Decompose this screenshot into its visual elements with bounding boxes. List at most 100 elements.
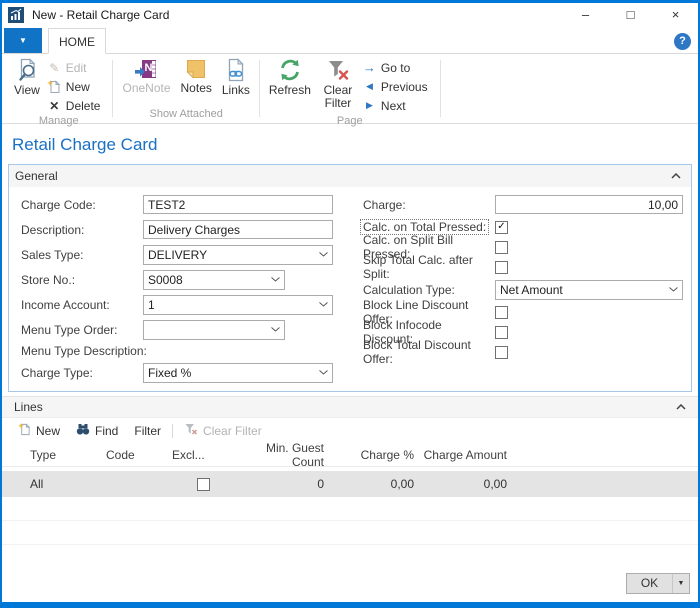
ok-dropdown-icon[interactable]: ▼ bbox=[672, 574, 689, 593]
income-account-select[interactable]: 1 bbox=[143, 295, 333, 315]
store-no-label: Store No.: bbox=[21, 273, 143, 287]
page-group-label: Page bbox=[261, 115, 439, 130]
ribbon-separator bbox=[259, 60, 260, 117]
app-menu-button[interactable]: ▼ bbox=[4, 28, 42, 53]
notes-icon bbox=[185, 58, 207, 80]
calc-on-total-pressed-checkbox[interactable]: ✓ bbox=[495, 221, 508, 234]
goto-button[interactable]: → Go to bbox=[360, 58, 436, 77]
next-button[interactable]: ▶ Next bbox=[360, 96, 436, 115]
edit-pencil-icon: ✎ bbox=[47, 61, 62, 75]
help-icon[interactable]: ? bbox=[674, 33, 691, 50]
links-icon bbox=[226, 58, 246, 82]
column-header-code[interactable]: Code bbox=[106, 448, 172, 462]
store-no-select[interactable]: S0008 bbox=[143, 270, 285, 290]
ribbon: View ✎ Edit bbox=[2, 54, 698, 124]
charge-code-field[interactable] bbox=[143, 195, 333, 214]
calc-on-split-bill-pressed-checkbox[interactable] bbox=[495, 241, 508, 254]
maximize-icon[interactable]: □ bbox=[608, 3, 653, 27]
onenote-label: OneNote bbox=[122, 82, 170, 95]
delete-button[interactable]: ✕ Delete bbox=[45, 96, 109, 115]
edit-button[interactable]: ✎ Edit bbox=[45, 58, 109, 77]
empty-grid-row bbox=[2, 521, 698, 545]
goto-label: Go to bbox=[381, 61, 410, 75]
links-label: Links bbox=[222, 84, 250, 97]
block-infocode-discount-checkbox[interactable] bbox=[495, 326, 508, 339]
general-fasttab: General Charge Code: Description: Sales … bbox=[8, 164, 692, 392]
lines-grid-header: Type Code Excl... Min. Guest Count Charg… bbox=[2, 443, 698, 467]
column-header-charge-pct[interactable]: Charge % bbox=[324, 448, 414, 462]
ok-button-label[interactable]: OK bbox=[627, 574, 672, 593]
block-line-discount-offer-checkbox[interactable] bbox=[495, 306, 508, 319]
column-header-charge-amount[interactable]: Charge Amount bbox=[414, 448, 507, 462]
description-label: Description: bbox=[21, 223, 143, 237]
next-label: Next bbox=[381, 99, 406, 113]
sales-type-select[interactable]: DELIVERY bbox=[143, 245, 333, 265]
empty-grid-row bbox=[2, 497, 698, 521]
close-icon[interactable]: × bbox=[653, 3, 698, 27]
goto-arrow-icon: → bbox=[362, 62, 377, 74]
column-header-type[interactable]: Type bbox=[30, 448, 106, 462]
ribbon-tab-row: ▼ HOME ? bbox=[2, 27, 698, 54]
clear-filter-icon bbox=[326, 58, 350, 82]
lines-clear-filter-label: Clear Filter bbox=[203, 424, 262, 438]
lines-clear-filter-button[interactable]: Clear Filter bbox=[176, 418, 270, 443]
links-button[interactable]: Links bbox=[217, 56, 255, 97]
onenote-icon: N bbox=[135, 58, 159, 80]
previous-button[interactable]: ◀ Previous bbox=[360, 77, 436, 96]
collapse-chevron-icon[interactable] bbox=[676, 404, 686, 410]
edit-label: Edit bbox=[66, 61, 87, 75]
view-icon bbox=[16, 58, 38, 82]
block-total-discount-offer-checkbox[interactable] bbox=[495, 346, 508, 359]
sales-type-label: Sales Type: bbox=[21, 248, 143, 262]
delete-label: Delete bbox=[66, 99, 101, 113]
onenote-letter: N bbox=[145, 62, 153, 74]
column-header-excl[interactable]: Excl... bbox=[172, 448, 234, 462]
tab-home[interactable]: HOME bbox=[48, 28, 106, 54]
lines-filter-button[interactable]: Filter bbox=[126, 418, 169, 443]
cell-charge-pct: 0,00 bbox=[324, 477, 414, 491]
new-button[interactable]: New bbox=[45, 77, 109, 96]
onenote-button[interactable]: N OneNote bbox=[117, 56, 175, 95]
lines-row[interactable]: All 0 0,00 0,00 bbox=[2, 471, 698, 497]
ribbon-separator bbox=[112, 60, 113, 117]
column-header-min-guest-count[interactable]: Min. Guest Count bbox=[234, 441, 324, 469]
general-body: Charge Code: Description: Sales Type: DE… bbox=[9, 187, 691, 391]
next-arrow-icon: ▶ bbox=[362, 100, 377, 111]
charge-type-select[interactable]: Fixed % bbox=[143, 363, 333, 383]
clear-filter-button[interactable]: Clear Filter bbox=[316, 56, 360, 110]
general-header-label: General bbox=[15, 169, 58, 183]
titlebar: New - Retail Charge Card – □ × bbox=[2, 3, 698, 27]
lines-new-label: New bbox=[36, 424, 60, 438]
general-fasttab-header[interactable]: General bbox=[9, 165, 691, 187]
lines-filter-label: Filter bbox=[134, 424, 161, 438]
collapse-chevron-icon[interactable] bbox=[671, 173, 681, 179]
lines-new-button[interactable]: New bbox=[10, 418, 68, 443]
minimize-icon[interactable]: – bbox=[563, 3, 608, 27]
lines-fasttab-header[interactable]: Lines bbox=[2, 396, 698, 418]
description-field[interactable] bbox=[143, 220, 333, 239]
view-button[interactable]: View bbox=[9, 56, 45, 97]
ribbon-group-page: Refresh Clear Filter → Go to ◀ bbox=[261, 56, 439, 123]
lines-find-button[interactable]: Find bbox=[68, 418, 126, 443]
charge-field[interactable] bbox=[495, 195, 683, 214]
clear-filter-small-icon bbox=[184, 422, 198, 439]
income-account-value: 1 bbox=[148, 298, 155, 312]
menu-type-order-select[interactable] bbox=[143, 320, 285, 340]
income-account-label: Income Account: bbox=[21, 298, 143, 312]
cell-min-guest-count: 0 bbox=[234, 477, 324, 491]
chevron-down-icon bbox=[319, 370, 328, 375]
charge-type-value: Fixed % bbox=[148, 366, 191, 380]
refresh-button[interactable]: Refresh bbox=[264, 56, 316, 97]
excl-checkbox[interactable] bbox=[197, 478, 210, 491]
calculation-type-select[interactable]: Net Amount bbox=[495, 280, 683, 300]
charge-type-label: Charge Type: bbox=[21, 366, 143, 380]
ok-button[interactable]: OK ▼ bbox=[626, 573, 690, 594]
notes-button[interactable]: Notes bbox=[176, 56, 217, 95]
refresh-icon bbox=[278, 58, 302, 82]
previous-label: Previous bbox=[381, 80, 428, 94]
previous-arrow-icon: ◀ bbox=[362, 81, 377, 92]
new-page-icon bbox=[47, 80, 62, 94]
chevron-down-icon bbox=[271, 277, 280, 282]
show-attached-group-label: Show Attached bbox=[114, 108, 257, 123]
skip-total-calc-after-split-checkbox[interactable] bbox=[495, 261, 508, 274]
